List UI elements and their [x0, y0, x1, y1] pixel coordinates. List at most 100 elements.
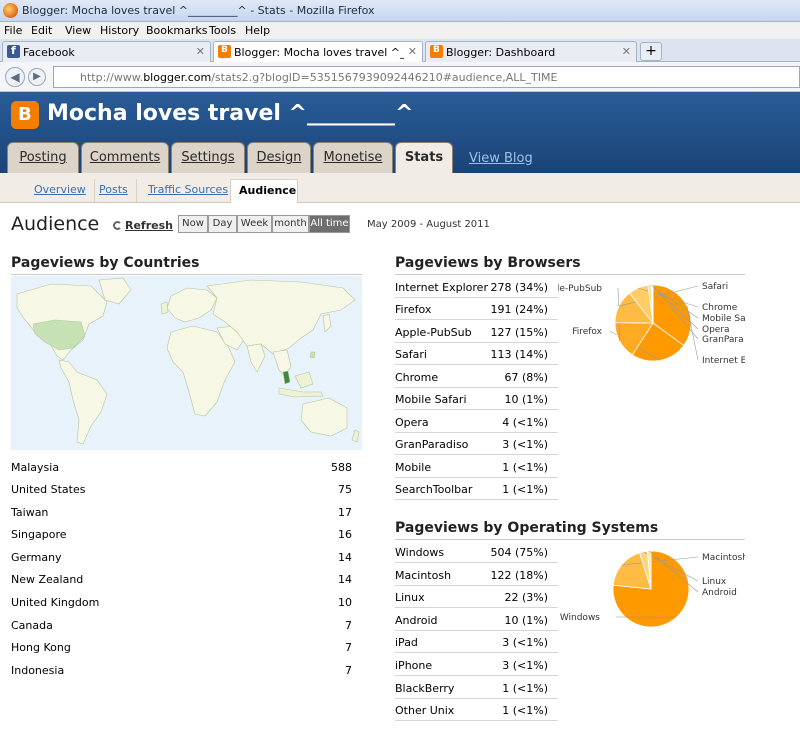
- close-tab-icon[interactable]: ✕: [622, 45, 631, 58]
- country-row: New Zealand 14: [11, 573, 352, 586]
- countries-title: Pageviews by Countries: [11, 255, 200, 271]
- view-blog-link[interactable]: View Blog: [469, 151, 533, 166]
- menu-bookmarks[interactable]: Bookmarks: [146, 24, 207, 37]
- section-divider: [11, 274, 362, 275]
- range-month-button[interactable]: month: [272, 215, 309, 233]
- browser-row: Opera 4 (<1%): [395, 411, 558, 433]
- new-tab-button[interactable]: +: [640, 42, 662, 61]
- pie-slice-label: Mobile Sa: [702, 314, 745, 324]
- facebook-icon: [7, 44, 20, 58]
- subtab-audience[interactable]: Audience: [230, 179, 298, 203]
- subtab-traffic-sources[interactable]: Traffic Sources: [140, 179, 238, 203]
- pie-slice-label: Internet E: [702, 356, 745, 366]
- address-bar[interactable]: http://www.blogger.com/stats2.g?blogID=5…: [53, 66, 800, 88]
- pie-slice-label: Opera: [702, 325, 730, 335]
- pie-slice-label: GranPara: [702, 335, 744, 345]
- section-divider: [395, 539, 745, 540]
- browser-row: Apple-PubSub 127 (15%): [395, 321, 558, 343]
- range-all-time-button[interactable]: All time: [309, 215, 350, 233]
- os-row: Windows 504 (75%): [395, 541, 558, 563]
- os-row: iPhone 3 (<1%): [395, 654, 558, 676]
- browser-tab-bar: Facebook ✕ Blogger: Mocha loves travel ^…: [0, 39, 800, 63]
- menu-bar: File Edit View History Bookmarks Tools H…: [0, 22, 800, 39]
- country-row: Indonesia 7: [11, 664, 352, 677]
- back-icon[interactable]: ◀: [5, 67, 25, 87]
- country-row: Malaysia 588: [11, 461, 352, 474]
- country-row: Hong Kong 7: [11, 641, 352, 654]
- browser-tab-facebook[interactable]: Facebook ✕: [2, 41, 211, 62]
- tab-comments[interactable]: Comments: [81, 142, 169, 173]
- pie-slice-label: Android: [702, 588, 737, 598]
- pie-slice-label: Chrome: [702, 303, 738, 313]
- browser-row: Internet Explorer 278 (34%): [395, 276, 558, 298]
- subtab-overview[interactable]: Overview: [26, 179, 95, 203]
- date-range-label: May 2009 - August 2011: [367, 219, 490, 230]
- browser-tab-dashboard[interactable]: Blogger: Dashboard ✕: [425, 41, 637, 62]
- browser-row: GranParadiso 3 (<1%): [395, 433, 558, 455]
- window-title: Blogger: Mocha loves travel ^_________^ …: [22, 4, 375, 17]
- tab-monetise[interactable]: Monetise: [313, 142, 393, 173]
- menu-help[interactable]: Help: [245, 24, 270, 37]
- country-row: Germany 14: [11, 551, 352, 564]
- tab-settings[interactable]: Settings: [171, 142, 245, 173]
- browser-row: Firefox 191 (24%): [395, 298, 558, 320]
- browser-tab-stats[interactable]: Blogger: Mocha loves travel ^_____ ✕: [213, 41, 423, 63]
- blogger-header: Mocha loves travel ^________^ Posting Co…: [0, 92, 800, 173]
- range-week-button[interactable]: Week: [237, 215, 272, 233]
- close-tab-icon[interactable]: ✕: [196, 45, 205, 58]
- country-row: United Kingdom 10: [11, 596, 352, 609]
- blogger-icon: [218, 45, 231, 58]
- browser-tab-label: Blogger: Mocha loves travel ^_____: [234, 46, 404, 59]
- browser-row: SearchToolbar 1 (<1%): [395, 478, 558, 500]
- browser-row: Mobile 1 (<1%): [395, 456, 558, 478]
- browser-tab-label: Facebook: [23, 46, 75, 59]
- firefox-icon: [3, 3, 18, 18]
- browser-row: Chrome 67 (8%): [395, 366, 558, 388]
- window-titlebar: Blogger: Mocha loves travel ^_________^ …: [0, 0, 800, 22]
- browser-row: Mobile Safari 10 (1%): [395, 388, 558, 410]
- pie-slice-label: Linux: [702, 577, 727, 587]
- section-divider: [395, 274, 745, 275]
- subtab-posts[interactable]: Posts: [91, 179, 137, 203]
- browser-row: Safari 113 (14%): [395, 343, 558, 365]
- blogger-icon: [430, 45, 443, 58]
- pie-slice-label: Safari: [702, 282, 728, 292]
- menu-view[interactable]: View: [65, 24, 91, 37]
- menu-file[interactable]: File: [4, 24, 22, 37]
- pie-slice-label: Macintosh: [702, 553, 745, 563]
- country-row: Canada 7: [11, 619, 352, 632]
- navigation-bar: ◀ ▶ http://www.blogger.com/stats2.g?blog…: [0, 62, 800, 92]
- page-title: Audience: [11, 213, 100, 235]
- browsers-title: Pageviews by Browsers: [395, 255, 581, 271]
- os-row: Macintosh 122 (18%): [395, 564, 558, 586]
- forward-icon[interactable]: ▶: [28, 68, 46, 86]
- tab-stats[interactable]: Stats: [395, 142, 453, 173]
- range-now-button[interactable]: Now: [178, 215, 208, 233]
- os-title: Pageviews by Operating Systems: [395, 520, 659, 536]
- country-row: Taiwan 17: [11, 506, 352, 519]
- country-row: United States 75: [11, 483, 352, 496]
- refresh-button[interactable]: Refresh: [113, 219, 173, 232]
- range-day-button[interactable]: Day: [208, 215, 237, 233]
- browser-tab-label: Blogger: Dashboard: [446, 46, 556, 59]
- close-tab-icon[interactable]: ✕: [408, 45, 417, 58]
- menu-tools[interactable]: Tools: [209, 24, 236, 37]
- blog-title: Mocha loves travel ^________^: [47, 101, 414, 126]
- menu-edit[interactable]: Edit: [31, 24, 52, 37]
- pie-slice-label: Windows: [560, 613, 600, 623]
- address-url: http://www.blogger.com/stats2.g?blogID=5…: [80, 71, 558, 84]
- menu-history[interactable]: History: [100, 24, 139, 37]
- blogger-logo-icon: [11, 101, 39, 129]
- refresh-icon: [113, 221, 122, 230]
- tab-design[interactable]: Design: [247, 142, 311, 173]
- tab-posting[interactable]: Posting: [7, 142, 79, 173]
- os-row: iPad 3 (<1%): [395, 631, 558, 653]
- world-map: [11, 276, 362, 450]
- os-row: Other Unix 1 (<1%): [395, 699, 558, 721]
- os-row: Android 10 (1%): [395, 609, 558, 631]
- world-map-graphic: [16, 277, 360, 445]
- os-row: BlackBerry 1 (<1%): [395, 677, 558, 699]
- country-row: Singapore 16: [11, 528, 352, 541]
- stats-sub-nav: Overview Posts Traffic Sources Audience: [0, 173, 800, 203]
- pie-slice-label: le-PubSub: [558, 284, 602, 294]
